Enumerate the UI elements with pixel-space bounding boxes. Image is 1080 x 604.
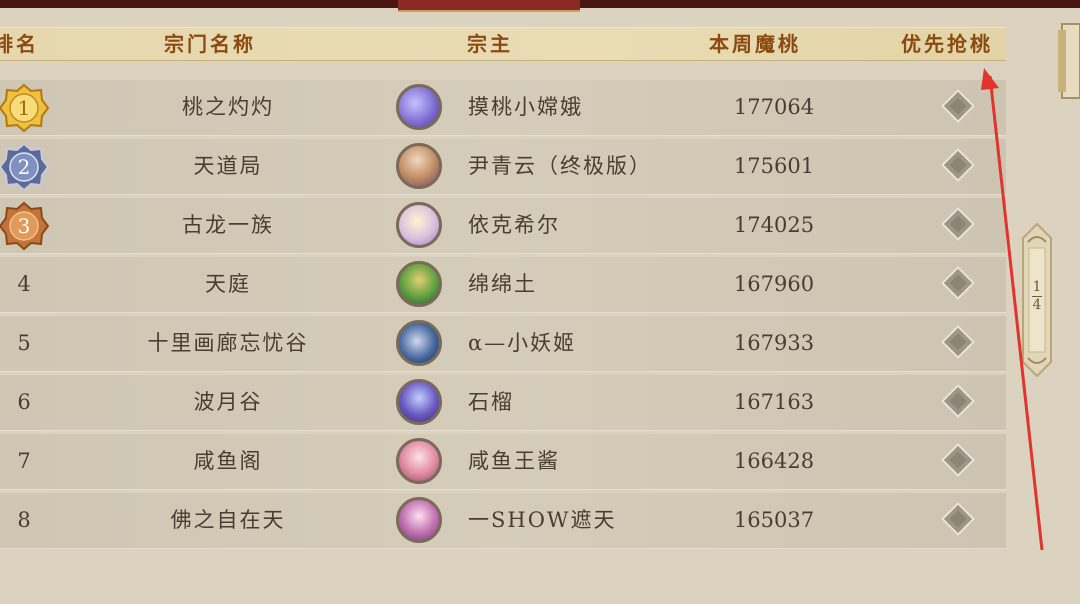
- annotation-arrow-icon: [981, 68, 1044, 551]
